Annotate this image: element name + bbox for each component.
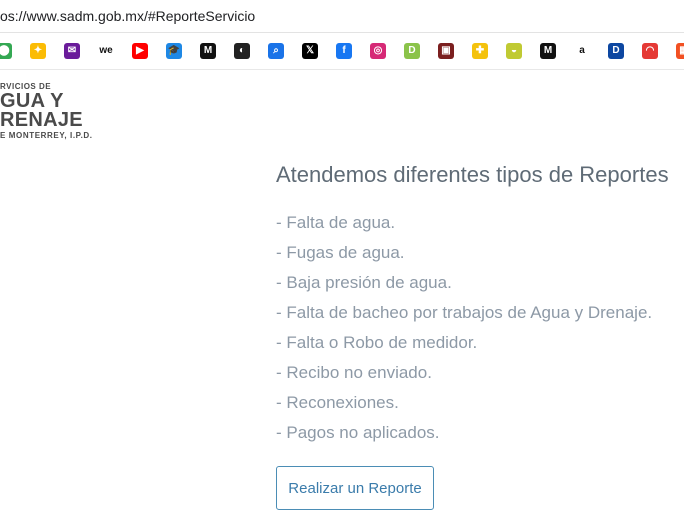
realizar-reporte-button[interactable]: Realizar un Reporte <box>276 466 434 510</box>
url-text[interactable]: os://www.sadm.gob.mx/#ReporteServicio <box>0 8 255 24</box>
amazon-icon[interactable]: a <box>574 43 590 59</box>
logo-line-2: GUA Y <box>0 90 64 112</box>
maps-pin-icon[interactable]: ⬤ <box>0 43 12 59</box>
speed-arc-icon[interactable]: ◠ <box>642 43 658 59</box>
list-item: - Pagos no aplicados. <box>276 423 440 442</box>
m-logo-2-icon[interactable]: M <box>540 43 556 59</box>
d-logo-icon[interactable]: D <box>404 43 420 59</box>
logo-line-4: E MONTERREY, I.P.D. <box>0 131 93 140</box>
windows-grid-icon[interactable]: ▦ <box>676 43 684 59</box>
bookmarks-bar: ⬤ ✦ ✉ we ▶ 🎓 M ◐ ⌕ 𝕏f ◎ D ▣ ✚ ◒ Ma D ◠ ▦ <box>0 33 684 70</box>
report-types-section: Atendemos diferentes tipos de Reportes -… <box>276 162 669 448</box>
section-heading: Atendemos diferentes tipos de Reportes <box>276 162 669 187</box>
mail-icon[interactable]: ✉ <box>64 43 80 59</box>
d-square-icon[interactable]: D <box>608 43 624 59</box>
list-item: - Baja presión de agua. <box>276 273 452 292</box>
yellow-app-icon[interactable]: ✚ <box>472 43 488 59</box>
report-types-list: - Falta de agua. - Fugas de agua. - Baja… <box>276 208 669 448</box>
we-logo-icon[interactable]: we <box>98 43 114 59</box>
sadm-logo[interactable]: RVICIOS DE GUA Y RENAJE E MONTERREY, I.P… <box>0 82 93 141</box>
list-item: - Reconexiones. <box>276 393 399 412</box>
address-bar[interactable]: os://www.sadm.gob.mx/#ReporteServicio <box>0 0 684 33</box>
list-item: - Falta o Robo de medidor. <box>276 333 478 352</box>
m-logo-icon[interactable]: M <box>200 43 216 59</box>
instagram-icon[interactable]: ◎ <box>370 43 386 59</box>
list-item: - Falta de bacheo por trabajos de Agua y… <box>276 303 653 322</box>
movie-poster-icon[interactable]: ▣ <box>438 43 454 59</box>
pinwheel-icon[interactable]: ✦ <box>30 43 46 59</box>
facebook-icon[interactable]: f <box>336 43 352 59</box>
search-icon[interactable]: ⌕ <box>268 43 284 59</box>
logo-line-3: RENAJE <box>0 109 83 131</box>
graduation-cap-icon[interactable]: 🎓 <box>166 43 182 59</box>
x-icon[interactable]: 𝕏 <box>302 43 318 59</box>
green-bowl-icon[interactable]: ◒ <box>506 43 522 59</box>
youtube-icon[interactable]: ▶ <box>132 43 148 59</box>
list-item: - Falta de agua. <box>276 213 396 232</box>
circle-bars-icon[interactable]: ◐ <box>234 43 250 59</box>
list-item: - Recibo no enviado. <box>276 363 432 382</box>
list-item: - Fugas de agua. <box>276 243 405 262</box>
